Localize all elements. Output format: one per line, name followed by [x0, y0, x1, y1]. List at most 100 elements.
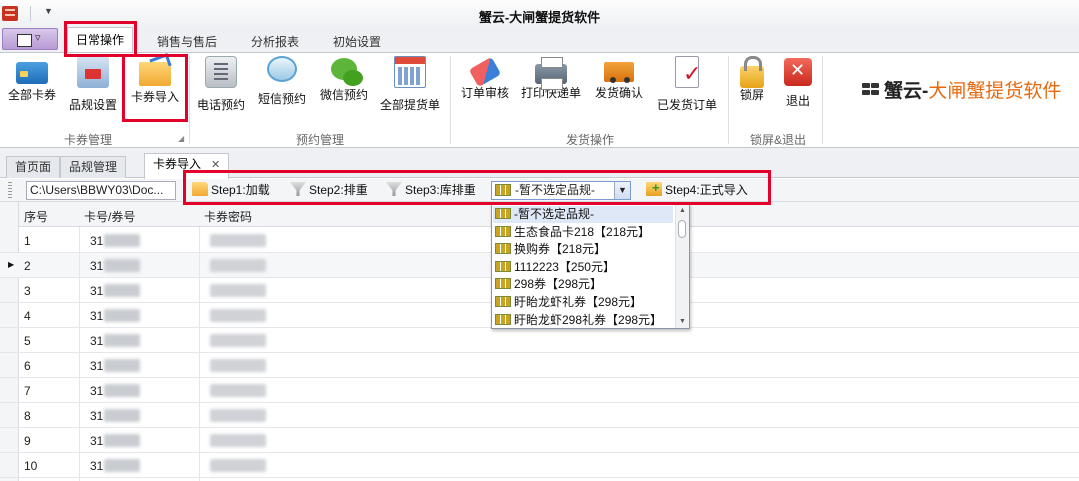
- card-import-label: 卡券导入: [130, 90, 179, 104]
- tab-initial-settings[interactable]: 初始设置: [333, 32, 381, 52]
- column-header-no[interactable]: 序号: [24, 208, 48, 225]
- dropdown-option-label: 298券【298元】: [514, 277, 603, 292]
- all-cards-label: 全部卡券: [7, 88, 56, 102]
- dropdown-option[interactable]: 1112223【250元】: [493, 259, 673, 276]
- row-number: 6: [24, 359, 31, 373]
- redacted-card-number: [104, 409, 140, 422]
- dropdown-option-label: 盱眙龙虾298礼券【298元】: [514, 312, 663, 327]
- card-number-cell: 31: [90, 459, 104, 473]
- spec-list-icon: [495, 184, 511, 196]
- redacted-card-number: [104, 459, 140, 472]
- card-number-cell: 31: [90, 259, 104, 273]
- dropdown-option-label: 盱眙龙虾礼券【298元】: [514, 295, 643, 309]
- current-row-marker-icon: ▶: [8, 260, 15, 269]
- brand-name: 蟹云-: [884, 81, 929, 102]
- table-row[interactable]: 6 31: [0, 353, 1079, 378]
- card-number-cell: 31: [90, 384, 104, 398]
- shipped-orders-button[interactable]: 已发货订单: [654, 56, 720, 118]
- table-row[interactable]: 9 31: [0, 428, 1079, 453]
- phone-booking-button[interactable]: 电话预约: [194, 56, 248, 118]
- print-express-button[interactable]: 打印快递单: [518, 56, 584, 118]
- group-launcher-icon[interactable]: ◢: [178, 134, 184, 143]
- close-icon[interactable]: ✕: [211, 159, 220, 171]
- card-import-button[interactable]: 卡券导入: [128, 56, 182, 118]
- spec-dropdown-list[interactable]: -暂不选定品规- 生态食品卡218【218元】 换购券【218元】 1112223【2…: [491, 204, 690, 329]
- table-row[interactable]: 10 31: [0, 453, 1079, 478]
- exit-label: 退出: [785, 94, 810, 108]
- row-number: 8: [24, 409, 31, 423]
- doc-tab-card-import[interactable]: 卡券导入 ✕: [144, 153, 230, 179]
- redacted-password: [210, 259, 266, 272]
- spec-select[interactable]: -暂不选定品规- ▼: [491, 181, 631, 200]
- lock-screen-button[interactable]: 锁屏: [734, 56, 770, 118]
- redacted-card-number: [104, 384, 140, 397]
- group-label-shipping: 发货操作: [565, 133, 614, 147]
- column-divider: [199, 227, 200, 481]
- scroll-down-icon[interactable]: ▼: [676, 316, 689, 328]
- confirm-ship-button[interactable]: 发货确认: [592, 56, 646, 118]
- dropdown-option[interactable]: 盱眙龙虾298礼券【298元】: [493, 312, 673, 328]
- row-number: 7: [24, 384, 31, 398]
- brand-tagline: 大闸蟹提货软件: [928, 81, 1062, 102]
- file-path-field[interactable]: C:\Users\BBWY03\Doc...: [26, 181, 176, 200]
- card-number-cell: 31: [90, 284, 104, 298]
- all-cards-button[interactable]: 全部卡券: [6, 56, 58, 118]
- spec-card-icon: [77, 56, 109, 88]
- order-review-label: 订单审核: [460, 86, 509, 100]
- column-header-password[interactable]: 卡券密码: [204, 208, 252, 225]
- row-number: 4: [24, 309, 31, 323]
- doc-tab-home[interactable]: 首页面: [6, 156, 61, 178]
- lock-icon: [740, 56, 764, 88]
- tab-reports[interactable]: 分析报表: [251, 32, 299, 52]
- lock-label: 锁屏: [739, 88, 764, 102]
- scroll-thumb[interactable]: [678, 220, 686, 238]
- table-row[interactable]: 5 31: [0, 328, 1079, 353]
- redacted-card-number: [104, 359, 140, 372]
- scroll-up-icon[interactable]: ▲: [676, 205, 689, 217]
- dropdown-option[interactable]: 换购券【218元】: [493, 241, 673, 258]
- step2-dedupe-button[interactable]: Step2:排重: [290, 182, 368, 199]
- wechat-booking-button[interactable]: 微信预约: [317, 56, 371, 118]
- dropdown-option[interactable]: 298券【298元】: [493, 276, 673, 293]
- group-divider: [728, 56, 729, 144]
- dropdown-scrollbar[interactable]: ▲ ▼: [675, 205, 689, 328]
- dropdown-option-label: 换购券【218元】: [514, 242, 607, 257]
- folder-open-icon: [192, 182, 208, 196]
- card-number-cell: 31: [90, 309, 104, 323]
- step2-label: Step2:排重: [309, 183, 368, 197]
- group-divider: [822, 56, 823, 144]
- spec-list-icon: [495, 208, 511, 219]
- dropdown-option[interactable]: 盱眙龙虾礼券【298元】: [493, 294, 673, 311]
- spec-list-icon: [495, 243, 511, 255]
- step3-db-dedupe-button[interactable]: Step3:库排重: [386, 182, 476, 199]
- doc-tab-spec-management[interactable]: 品规管理: [60, 156, 127, 178]
- dropdown-option[interactable]: 生态食品卡218【218元】: [493, 224, 673, 241]
- tab-sales-aftersales[interactable]: 销售与售后: [157, 32, 217, 52]
- card-number-cell: 31: [90, 334, 104, 348]
- chevron-down-icon[interactable]: ▼: [614, 182, 630, 199]
- card-number-cell: 31: [90, 359, 104, 373]
- redacted-card-number: [104, 234, 140, 247]
- all-pickup-button[interactable]: 全部提货单: [378, 56, 442, 118]
- table-row[interactable]: 8 31: [0, 403, 1079, 428]
- column-header-card-no[interactable]: 卡号/券号: [84, 208, 135, 225]
- group-label-booking: 预约管理: [295, 133, 344, 147]
- sms-booking-button[interactable]: 短信预约: [255, 56, 309, 118]
- group-divider: [450, 56, 451, 144]
- dropdown-option[interactable]: -暂不选定品规-: [493, 206, 673, 223]
- eraser-icon: [468, 56, 502, 88]
- wechat-icon: [331, 58, 363, 86]
- chat-bubble-icon: [267, 56, 297, 82]
- tab-daily-ops[interactable]: 日常操作: [67, 27, 134, 53]
- step4-import-button[interactable]: Step4:正式导入: [646, 179, 748, 199]
- app-menu-button[interactable]: [2, 28, 58, 50]
- order-review-button[interactable]: 订单审核: [458, 56, 512, 118]
- wechat-booking-label: 微信预约: [319, 88, 368, 102]
- step1-load-button[interactable]: Step1:加载: [192, 182, 270, 199]
- delivery-truck-icon: [604, 62, 634, 83]
- exit-button[interactable]: 退出: [780, 56, 816, 118]
- toolbar-grip[interactable]: [8, 182, 12, 199]
- redacted-password: [210, 459, 266, 472]
- spec-settings-button[interactable]: 品规设置: [66, 56, 120, 118]
- table-row[interactable]: 7 31: [0, 378, 1079, 403]
